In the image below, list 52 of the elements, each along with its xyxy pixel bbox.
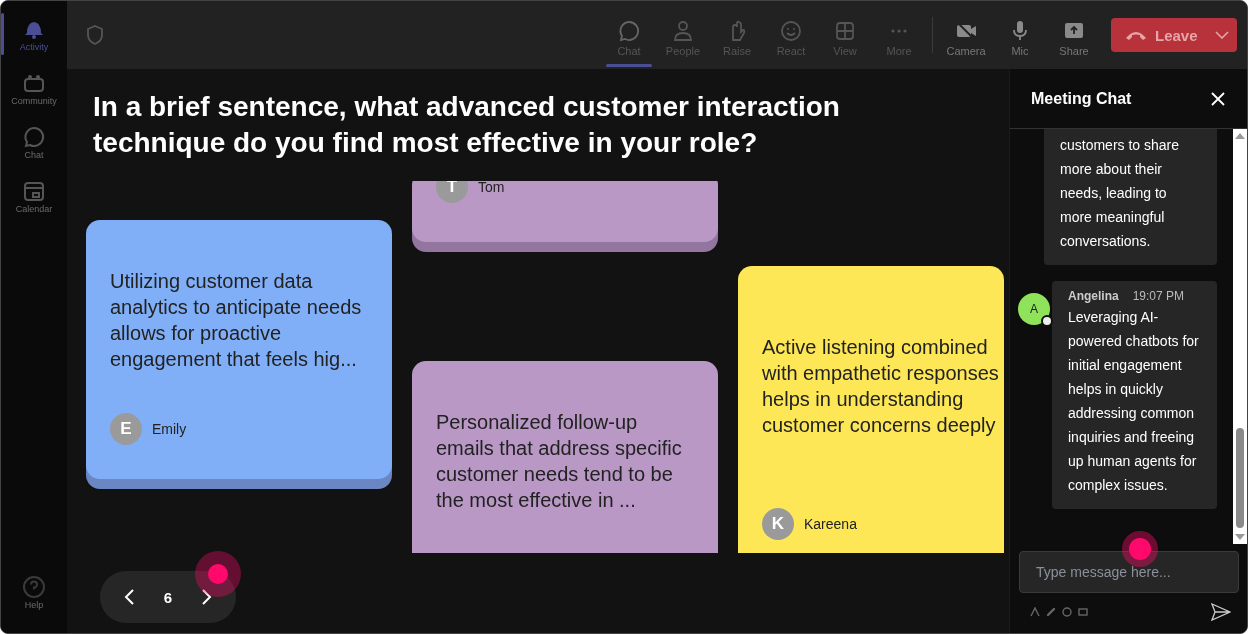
scrollbar[interactable] — [1233, 129, 1247, 544]
shield-icon — [85, 24, 105, 46]
help-button[interactable]: Help — [1, 565, 67, 619]
toolbar-button[interactable]: Camera — [939, 1, 993, 69]
message-field[interactable]: Type message here... — [1019, 551, 1239, 593]
close-button[interactable] — [1211, 91, 1225, 106]
chat-icon — [617, 19, 641, 43]
send-button[interactable] — [1211, 603, 1231, 621]
chat-icon — [22, 124, 46, 149]
sidebar-item[interactable]: Calendar — [1, 169, 67, 223]
caret-icon — [1215, 31, 1229, 39]
response-text: Utilizing customer data analytics to anticipate needs allows for proactive engagement that feels hig... — [110, 269, 363, 372]
response-text: Active listening combined with empathetic responses helps in understanding customer concerns deeply — [762, 335, 1000, 438]
grid-icon — [833, 19, 857, 43]
avatar: E — [110, 413, 142, 445]
toolbar-button[interactable]: Share — [1047, 1, 1101, 69]
help-icon — [22, 574, 46, 599]
message-text: customers to share more about their needs, leading to more meaningful conversations. — [1060, 136, 1181, 251]
question-title: In a brief sentence, what advanced customer interaction technique do you find most effective in your role? — [93, 90, 841, 160]
scroll-down-icon — [1235, 534, 1245, 540]
phone-icon — [1125, 29, 1147, 41]
scroll-up-icon — [1235, 133, 1245, 139]
message-time: 19:07 PM — [1132, 289, 1185, 303]
chevron-right-icon — [201, 588, 214, 606]
touch-indicator — [1122, 531, 1158, 567]
author-name: Kareena — [804, 516, 857, 532]
previous-button[interactable] — [122, 588, 135, 606]
toolbar-button[interactable]: Mic — [993, 1, 1047, 69]
close-icon — [1211, 91, 1225, 106]
author-name: Emily — [152, 421, 187, 437]
sidebar-item[interactable]: Chat — [1, 115, 67, 169]
page-number: 6 — [163, 588, 173, 606]
send-icon — [1211, 603, 1231, 621]
next-button[interactable] — [201, 588, 214, 606]
status-dot — [1041, 315, 1053, 327]
scrollbar-thumb[interactable] — [1236, 428, 1244, 528]
avatar: A — [1018, 293, 1050, 325]
person-icon — [671, 19, 695, 43]
leave-button[interactable]: Leave — [1111, 18, 1237, 52]
message-text: Leveraging AI-powered chatbots for initial engagement helps in quickly addressing common inquiries and freeing up human agents for complex issues. — [1068, 308, 1200, 495]
author-name: Tom — [478, 181, 505, 195]
touch-indicator — [195, 551, 241, 597]
sender-name: Angelina — [1068, 289, 1119, 303]
sidebar-item[interactable]: Activity — [1, 7, 67, 61]
sidebar-item[interactable]: Community — [1, 61, 67, 115]
panel-title: Meeting Chat — [1031, 89, 1132, 108]
chevron-left-icon — [122, 588, 135, 606]
avatar: T — [436, 181, 468, 203]
smiley-icon — [779, 19, 803, 43]
dots-icon — [889, 28, 909, 34]
avatar: K — [762, 508, 794, 540]
response-text: Personalized follow-up emails that address specific customer needs tend to be the most effective in ... — [436, 410, 683, 513]
